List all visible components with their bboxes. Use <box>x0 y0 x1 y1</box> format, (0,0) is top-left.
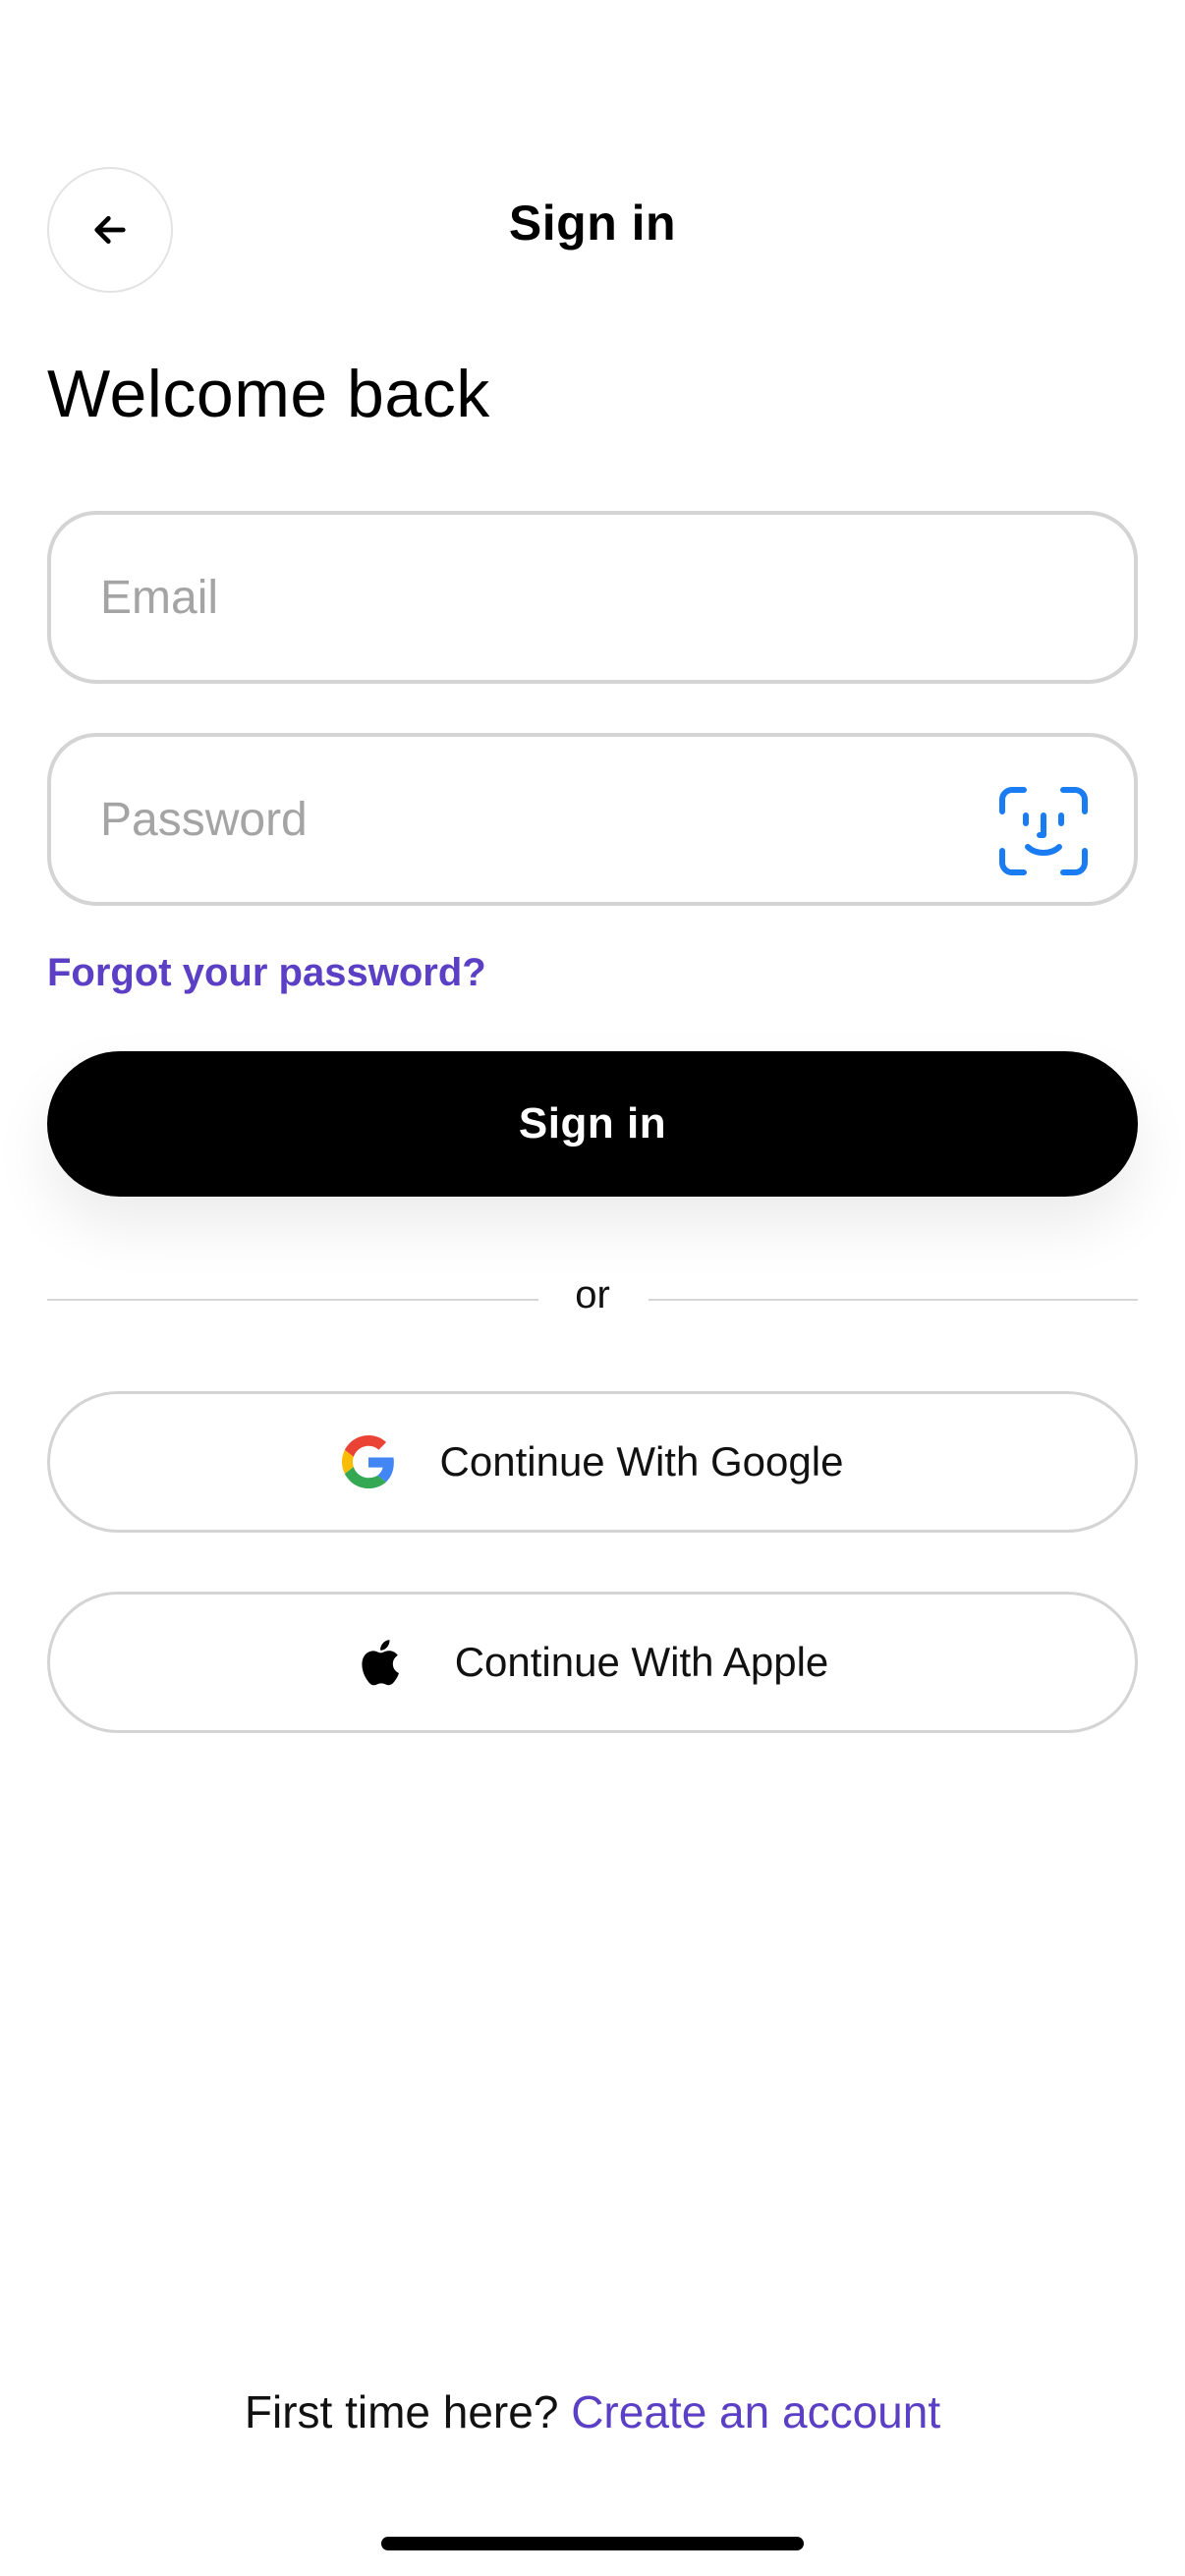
sign-in-button[interactable]: Sign in <box>47 1051 1138 1197</box>
password-field-container <box>47 733 1138 906</box>
page-title: Sign in <box>508 196 677 251</box>
create-account-link[interactable]: Create an account <box>571 2386 940 2437</box>
password-input[interactable] <box>100 737 945 902</box>
apple-icon <box>357 1636 410 1689</box>
forgot-password-link[interactable]: Forgot your password? <box>47 951 486 995</box>
divider-line-right <box>649 1299 1138 1301</box>
email-input[interactable] <box>100 515 945 680</box>
google-button-label: Continue With Google <box>439 1438 844 1484</box>
welcome-heading: Welcome back <box>47 357 490 431</box>
email-field-container <box>47 511 1138 684</box>
home-indicator <box>381 2537 804 2550</box>
sign-in-screen: Sign in Welcome back Forgot your passwor… <box>0 0 1185 2576</box>
apple-button-label: Continue With Apple <box>454 1639 829 1685</box>
divider-or-text: or <box>575 1273 610 1316</box>
google-icon <box>341 1435 395 1488</box>
continue-with-google-button[interactable]: Continue With Google <box>47 1391 1138 1533</box>
footer-prompt: First time here? <box>244 2386 559 2437</box>
continue-with-apple-button[interactable]: Continue With Apple <box>47 1592 1138 1733</box>
face-id-icon[interactable] <box>998 786 1089 876</box>
footer: First time here? Create an account <box>0 2385 1185 2438</box>
